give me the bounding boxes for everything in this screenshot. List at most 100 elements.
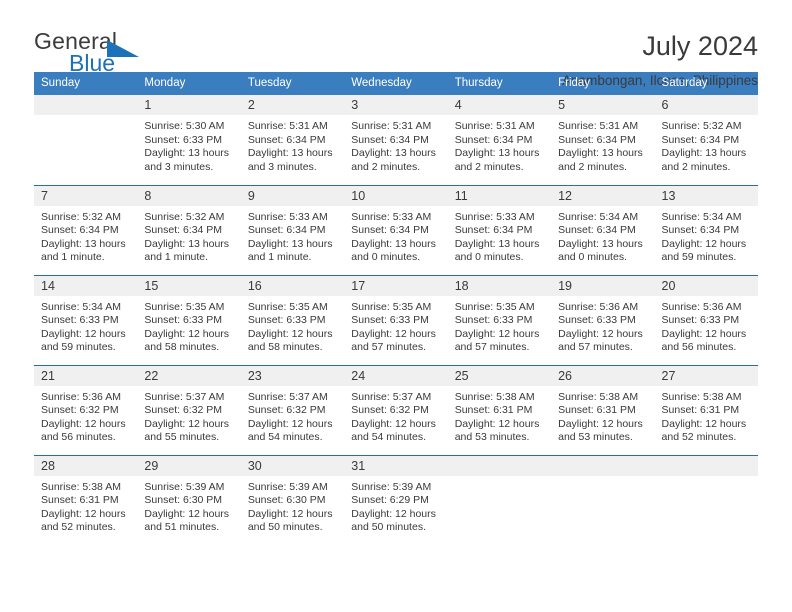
day-cell[interactable]: 18 Sunrise: 5:35 AM Sunset: 6:33 PM Dayl…	[447, 274, 552, 365]
sunrise-text: Sunrise: 5:38 AM	[661, 390, 742, 403]
sunrise-text: Sunrise: 5:39 AM	[144, 480, 225, 493]
day-number: 7	[34, 185, 138, 206]
sunrise-text: Sunrise: 5:36 AM	[41, 390, 121, 403]
daylight-text: Daylight: 12 hours and 57 minutes.	[454, 327, 540, 354]
day-number: 12	[551, 185, 655, 206]
day-info: Sunrise: 5:32 AM Sunset: 6:34 PM Dayligh…	[34, 206, 137, 265]
day-number: 17	[344, 275, 448, 296]
day-cell[interactable]: 25 Sunrise: 5:38 AM Sunset: 6:31 PM Dayl…	[447, 364, 552, 455]
day-cell[interactable]: 19 Sunrise: 5:36 AM Sunset: 6:33 PM Dayl…	[551, 274, 655, 365]
sunrise-text: Sunrise: 5:31 AM	[247, 120, 328, 132]
day-info: Sunrise: 5:37 AM Sunset: 6:32 PM Dayligh…	[137, 386, 240, 445]
sunset-text: Sunset: 6:32 PM	[41, 404, 119, 417]
day-info: Sunrise: 5:38 AM Sunset: 6:31 PM Dayligh…	[655, 386, 758, 445]
day-info: Sunrise: 5:36 AM Sunset: 6:32 PM Dayligh…	[34, 386, 137, 445]
day-number: 16	[240, 275, 345, 296]
daylight-text: Daylight: 12 hours and 59 minutes.	[661, 237, 747, 264]
day-cell[interactable]: 13 Sunrise: 5:34 AM Sunset: 6:34 PM Dayl…	[654, 184, 758, 275]
day-cell[interactable]	[654, 454, 758, 545]
day-cell[interactable]: 27 Sunrise: 5:38 AM Sunset: 6:31 PM Dayl…	[654, 364, 758, 455]
daylight-text: Daylight: 12 hours and 50 minutes.	[351, 507, 436, 534]
sunset-text: Sunset: 6:33 PM	[41, 314, 119, 327]
day-cell[interactable]: 11 Sunrise: 5:33 AM Sunset: 6:34 PM Dayl…	[447, 184, 552, 275]
day-cell[interactable]: 22 Sunrise: 5:37 AM Sunset: 6:32 PM Dayl…	[137, 364, 241, 455]
sunset-text: Sunset: 6:32 PM	[144, 404, 223, 417]
day-cell[interactable]: 1 Sunrise: 5:30 AM Sunset: 6:33 PM Dayli…	[137, 95, 241, 185]
sunset-text: Sunset: 6:34 PM	[558, 224, 636, 237]
day-cell[interactable]	[34, 95, 138, 185]
day-cell[interactable]: 26 Sunrise: 5:38 AM Sunset: 6:31 PM Dayl…	[551, 364, 655, 455]
day-info	[448, 476, 551, 481]
day-number	[34, 95, 138, 115]
day-number: 6	[654, 95, 758, 115]
sunset-text: Sunset: 6:32 PM	[351, 404, 429, 417]
day-number: 5	[551, 95, 655, 115]
sunrise-text: Sunrise: 5:37 AM	[144, 390, 225, 403]
day-cell[interactable]: 17 Sunrise: 5:35 AM Sunset: 6:33 PM Dayl…	[344, 274, 448, 365]
day-cell[interactable]: 24 Sunrise: 5:37 AM Sunset: 6:32 PM Dayl…	[344, 364, 448, 455]
sunrise-text: Sunrise: 5:31 AM	[454, 120, 535, 132]
day-info: Sunrise: 5:34 AM Sunset: 6:34 PM Dayligh…	[655, 206, 758, 265]
day-cell[interactable]: 4 Sunrise: 5:31 AM Sunset: 6:34 PM Dayli…	[447, 95, 552, 185]
daylight-text: Daylight: 13 hours and 3 minutes.	[144, 147, 230, 173]
day-cell[interactable]: 5 Sunrise: 5:31 AM Sunset: 6:34 PM Dayli…	[551, 95, 655, 185]
day-cell[interactable]: 10 Sunrise: 5:33 AM Sunset: 6:34 PM Dayl…	[344, 184, 448, 275]
sunrise-text: Sunrise: 5:33 AM	[351, 210, 432, 223]
sunrise-text: Sunrise: 5:31 AM	[558, 120, 639, 132]
day-cell[interactable]: 20 Sunrise: 5:36 AM Sunset: 6:33 PM Dayl…	[654, 274, 758, 365]
day-cell[interactable]	[447, 454, 552, 545]
day-info: Sunrise: 5:37 AM Sunset: 6:32 PM Dayligh…	[241, 386, 344, 445]
day-cell[interactable]	[551, 454, 655, 545]
day-cell[interactable]: 23 Sunrise: 5:37 AM Sunset: 6:32 PM Dayl…	[240, 364, 345, 455]
sunrise-text: Sunrise: 5:35 AM	[454, 300, 535, 313]
day-info: Sunrise: 5:37 AM Sunset: 6:32 PM Dayligh…	[344, 386, 447, 445]
day-info: Sunrise: 5:33 AM Sunset: 6:34 PM Dayligh…	[344, 206, 447, 265]
day-cell[interactable]: 21 Sunrise: 5:36 AM Sunset: 6:32 PM Dayl…	[34, 364, 138, 455]
day-cell[interactable]: 14 Sunrise: 5:34 AM Sunset: 6:33 PM Dayl…	[34, 274, 138, 365]
day-info: Sunrise: 5:39 AM Sunset: 6:30 PM Dayligh…	[137, 476, 240, 535]
day-cell[interactable]: 12 Sunrise: 5:34 AM Sunset: 6:34 PM Dayl…	[551, 184, 655, 275]
day-cell[interactable]: 6 Sunrise: 5:32 AM Sunset: 6:34 PM Dayli…	[654, 95, 758, 185]
day-info: Sunrise: 5:35 AM Sunset: 6:33 PM Dayligh…	[344, 296, 447, 355]
day-cell[interactable]: 2 Sunrise: 5:31 AM Sunset: 6:34 PM Dayli…	[240, 95, 345, 185]
daylight-text: Daylight: 13 hours and 1 minute.	[144, 237, 230, 264]
brand-logo[interactable]: General Blue	[34, 28, 194, 80]
day-cell[interactable]: 9 Sunrise: 5:33 AM Sunset: 6:34 PM Dayli…	[240, 184, 345, 275]
sunrise-text: Sunrise: 5:34 AM	[41, 300, 121, 313]
day-cell[interactable]: 16 Sunrise: 5:35 AM Sunset: 6:33 PM Dayl…	[240, 274, 345, 365]
day-info	[551, 476, 654, 481]
title-block: July 2024 Anambongan, Ilocos, Philippine…	[562, 28, 758, 91]
sunset-text: Sunset: 6:33 PM	[558, 314, 636, 327]
sunrise-text: Sunrise: 5:35 AM	[144, 300, 225, 313]
day-cell[interactable]: 29 Sunrise: 5:39 AM Sunset: 6:30 PM Dayl…	[137, 454, 241, 545]
sunrise-text: Sunrise: 5:39 AM	[351, 480, 432, 493]
day-cell[interactable]: 7 Sunrise: 5:32 AM Sunset: 6:34 PM Dayli…	[34, 184, 138, 275]
calendar-page: General Blue July 2024 Anambongan, Iloco…	[0, 0, 792, 612]
day-number: 31	[344, 455, 448, 476]
day-number	[447, 455, 552, 476]
daylight-text: Daylight: 13 hours and 2 minutes.	[661, 147, 747, 173]
daylight-text: Daylight: 12 hours and 50 minutes.	[247, 507, 333, 534]
day-cell[interactable]: 31 Sunrise: 5:39 AM Sunset: 6:29 PM Dayl…	[344, 454, 448, 545]
sunset-text: Sunset: 6:34 PM	[351, 224, 429, 237]
calendar-week-row: 14 Sunrise: 5:34 AM Sunset: 6:33 PM Dayl…	[34, 274, 758, 365]
day-cell[interactable]: 3 Sunrise: 5:31 AM Sunset: 6:34 PM Dayli…	[344, 95, 448, 185]
calendar-week-row: 28 Sunrise: 5:38 AM Sunset: 6:31 PM Dayl…	[34, 454, 758, 545]
day-cell[interactable]: 28 Sunrise: 5:38 AM Sunset: 6:31 PM Dayl…	[34, 454, 138, 545]
sunrise-text: Sunrise: 5:39 AM	[247, 480, 328, 493]
sunset-text: Sunset: 6:34 PM	[351, 133, 429, 146]
day-number	[654, 455, 758, 476]
daylight-text: Daylight: 12 hours and 57 minutes.	[558, 327, 643, 354]
day-number: 24	[344, 365, 448, 386]
sunrise-text: Sunrise: 5:38 AM	[454, 390, 535, 403]
day-cell[interactable]: 15 Sunrise: 5:35 AM Sunset: 6:33 PM Dayl…	[137, 274, 241, 365]
weekday-header-tuesday: Tuesday	[240, 72, 345, 95]
day-number: 2	[240, 95, 345, 115]
daylight-text: Daylight: 12 hours and 54 minutes.	[351, 417, 436, 444]
weekday-header-wednesday: Wednesday	[344, 72, 448, 95]
day-number: 29	[137, 455, 241, 476]
daylight-text: Daylight: 13 hours and 2 minutes.	[351, 147, 436, 173]
day-cell[interactable]: 30 Sunrise: 5:39 AM Sunset: 6:30 PM Dayl…	[240, 454, 345, 545]
day-number	[551, 455, 655, 476]
day-cell[interactable]: 8 Sunrise: 5:32 AM Sunset: 6:34 PM Dayli…	[137, 184, 241, 275]
